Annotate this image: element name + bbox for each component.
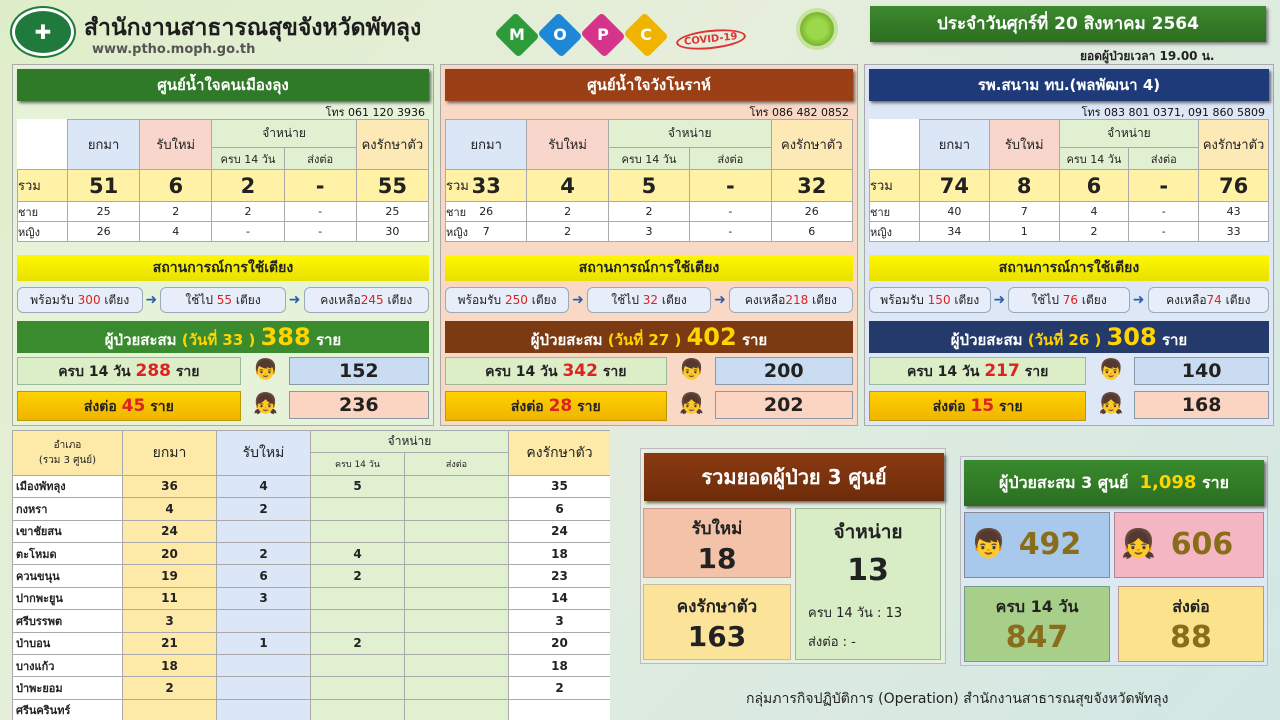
district-header: อำเภอ (รวม 3 ศูนย์) — [12, 430, 123, 476]
district-row: เขาชัยสน 24 24 — [12, 519, 610, 543]
district-row: ป่าพะยอม 2 2 — [12, 676, 610, 700]
full14-bar: ครบ 14 วัน 288 ราย — [17, 357, 241, 385]
cum-male-box: 👦 492 — [964, 512, 1110, 578]
cum-full14-box: ครบ 14 วัน 847 — [964, 586, 1110, 662]
col-remain: คงรักษาตัว — [508, 430, 610, 476]
center-title: ศูนย์น้ำใจคนเมืองลุง — [17, 69, 429, 101]
district-row: ปากพะยูน 11 3 14 — [12, 586, 610, 611]
virus-icon — [800, 12, 834, 46]
male-count: 140 — [1134, 357, 1269, 385]
cum-female-box: 👧 606 — [1114, 512, 1264, 578]
refer-bar: ส่งต่อ 15 ราย — [869, 391, 1087, 421]
bed-used: ใช้ไป 76 เตียง — [1008, 287, 1130, 313]
girl-icon: 👧 — [1121, 527, 1156, 560]
footer-text: กลุ่มภารกิจปฏิบัติการ (Operation) สำนักง… — [746, 691, 1169, 707]
arrow-icon: ➜ — [572, 292, 584, 308]
female-count: 168 — [1134, 391, 1269, 419]
center-title: ศูนย์น้ำใจวังโนราห์ — [445, 69, 853, 101]
bed-pills: พร้อมรับ 150 เตียง ➜ ใช้ไป 76 เตียง ➜ คงเห… — [869, 287, 1270, 313]
female-count: 236 — [288, 391, 429, 419]
summary-remain-box: คงรักษาตัว 163 — [643, 584, 791, 660]
bed-ready: พร้อมรับ 300 เตียง — [17, 287, 143, 313]
girl-icon: 👧 — [679, 391, 704, 415]
bed-ready: พร้อมรับ 250 เตียง — [445, 287, 570, 313]
cumulative-bar: ผู้ป่วยสะสม (วันที่ 26 ) 308 ราย — [869, 321, 1269, 353]
bed-used: ใช้ไป 55 เตียง — [160, 287, 286, 313]
org-name: สำนักงานสาธารณสุขจังหวัดพัทลุง — [84, 15, 422, 41]
summary-remain-value: 163 — [687, 620, 747, 653]
bed-status-title: สถานการณ์การใช้เตียง — [869, 255, 1269, 281]
arrow-icon: ➜ — [714, 292, 726, 308]
moph-logo: ✚ — [12, 8, 74, 56]
covid-stamp: COVID-19 — [675, 26, 747, 53]
bed-ready: พร้อมรับ 150 เตียง — [869, 287, 991, 313]
center-panel-1: ศูนย์น้ำใจวังโนราห์ โทร 086 482 0852 ยกม… — [440, 64, 858, 426]
bed-pills: พร้อมรับ 250 เตียง ➜ ใช้ไป 32 เตียง ➜ คงเห… — [445, 287, 853, 313]
bed-pills: พร้อมรับ 300 เตียง ➜ ใช้ไป 55 เตียง ➜ คงเห… — [17, 287, 430, 313]
summary-new-value: 18 — [697, 542, 737, 575]
center-table: ยกมา รับใหม่ จำหน่าย คงรักษาตัว ครบ 14 ว… — [17, 119, 430, 242]
bed-used: ใช้ไป 32 เตียง — [586, 287, 712, 313]
mopc-c-badge: C — [623, 12, 669, 58]
center-table: ยกมา รับใหม่ จำหน่าย คงรักษาตัว ครบ 14 ว… — [444, 119, 854, 242]
col-carry: ยกมา — [122, 430, 217, 476]
district-row: บางแก้ว 18 18 — [12, 653, 610, 678]
full14-bar: ครบ 14 วัน 342 ราย — [445, 357, 667, 385]
boy-icon: 👦 — [971, 527, 1006, 560]
girl-icon: 👧 — [253, 391, 279, 415]
cumulative-bar: ผู้ป่วยสะสม (วันที่ 33 ) 388 ราย — [17, 321, 429, 353]
cumulative-title: ผู้ป่วยสะสม 3 ศูนย์ 1,098 ราย — [964, 460, 1264, 506]
full14-bar: ครบ 14 วัน 217 ราย — [869, 357, 1087, 385]
district-row: ตะโหมด 20 2 4 18 — [12, 541, 610, 566]
district-table: อำเภอ (รวม 3 ศูนย์) ยกมา รับใหม่ จำหน่าย … — [12, 430, 610, 720]
boy-icon: 👦 — [679, 357, 704, 381]
boy-icon: 👦 — [253, 357, 279, 381]
cumulative-bar: ผู้ป่วยสะสม (วันที่ 27 ) 402 ราย — [445, 321, 853, 353]
female-count: 202 — [714, 391, 853, 419]
district-row: ศรีบรรพต 3 3 — [12, 609, 610, 633]
arrow-icon: ➜ — [1132, 292, 1145, 308]
boy-icon: 👦 — [1098, 357, 1124, 381]
summary-discharge-box: จำหน่าย 13 ครบ 14 วัน : 13 ส่งต่อ : - — [795, 508, 941, 660]
col-refer: ส่งต่อ — [404, 452, 509, 476]
mopc-p-badge: P — [580, 12, 626, 58]
bed-left: คงเหลือ218 เตียง — [728, 287, 853, 313]
district-row: ป่าบอน 21 1 2 20 — [12, 631, 610, 655]
arrow-icon: ➜ — [288, 292, 301, 308]
refer-bar: ส่งต่อ 28 ราย — [445, 391, 667, 421]
report-date: ประจำวันศุกร์ที่ 20 สิงหาคม 2564 — [870, 6, 1266, 42]
mopc-m-badge: M — [494, 12, 540, 58]
mopc-o-badge: O — [537, 12, 583, 58]
district-row: ศรีนครินทร์ — [12, 698, 610, 720]
bed-left: คงเหลือ245 เตียง — [303, 287, 430, 313]
summary-new-box: รับใหม่ 18 — [643, 508, 791, 578]
arrow-icon: ➜ — [993, 292, 1006, 308]
center-panel-2: รพ.สนาม ทบ.(พลพัฒนา 4) โทร 083 801 0371,… — [864, 64, 1274, 426]
district-row: กงหรา 4 2 6 — [12, 497, 610, 521]
arrow-icon: ➜ — [145, 292, 158, 308]
bed-left: คงเหลือ74 เตียง — [1147, 287, 1270, 313]
center-title: รพ.สนาม ทบ.(พลพัฒนา 4) — [869, 69, 1269, 101]
district-row: เมืองพัทลุง 36 4 5 35 — [12, 474, 610, 499]
district-row: ควนขนุน 19 6 2 23 — [12, 564, 610, 588]
male-count: 200 — [714, 357, 853, 385]
org-url[interactable]: www.ptho.moph.go.th — [92, 42, 255, 57]
col-new: รับใหม่ — [216, 430, 311, 476]
refer-bar: ส่งต่อ 45 ราย — [17, 391, 241, 421]
summary-title: รวมยอดผู้ป่วย 3 ศูนย์ — [644, 453, 944, 501]
col-discharge: จำหน่าย — [310, 430, 509, 454]
male-count: 152 — [288, 357, 429, 385]
summary-discharge-value: 13 — [847, 553, 889, 588]
cum-refer-box: ส่งต่อ 88 — [1118, 586, 1264, 662]
center-table: ยกมา รับใหม่ จำหน่าย คงรักษาตัว ครบ 14 ว… — [869, 119, 1269, 242]
col-full14: ครบ 14 วัน — [310, 452, 405, 476]
center-panel-0: ศูนย์น้ำใจคนเมืองลุง โทร 061 120 3936 ยก… — [12, 64, 434, 426]
bed-status-title: สถานการณ์การใช้เตียง — [17, 255, 429, 281]
district-table-wrap: อำเภอ (รวม 3 ศูนย์) ยกมา รับใหม่ จำหน่าย … — [12, 430, 610, 720]
bed-status-title: สถานการณ์การใช้เตียง — [445, 255, 853, 281]
girl-icon: 👧 — [1098, 391, 1124, 415]
